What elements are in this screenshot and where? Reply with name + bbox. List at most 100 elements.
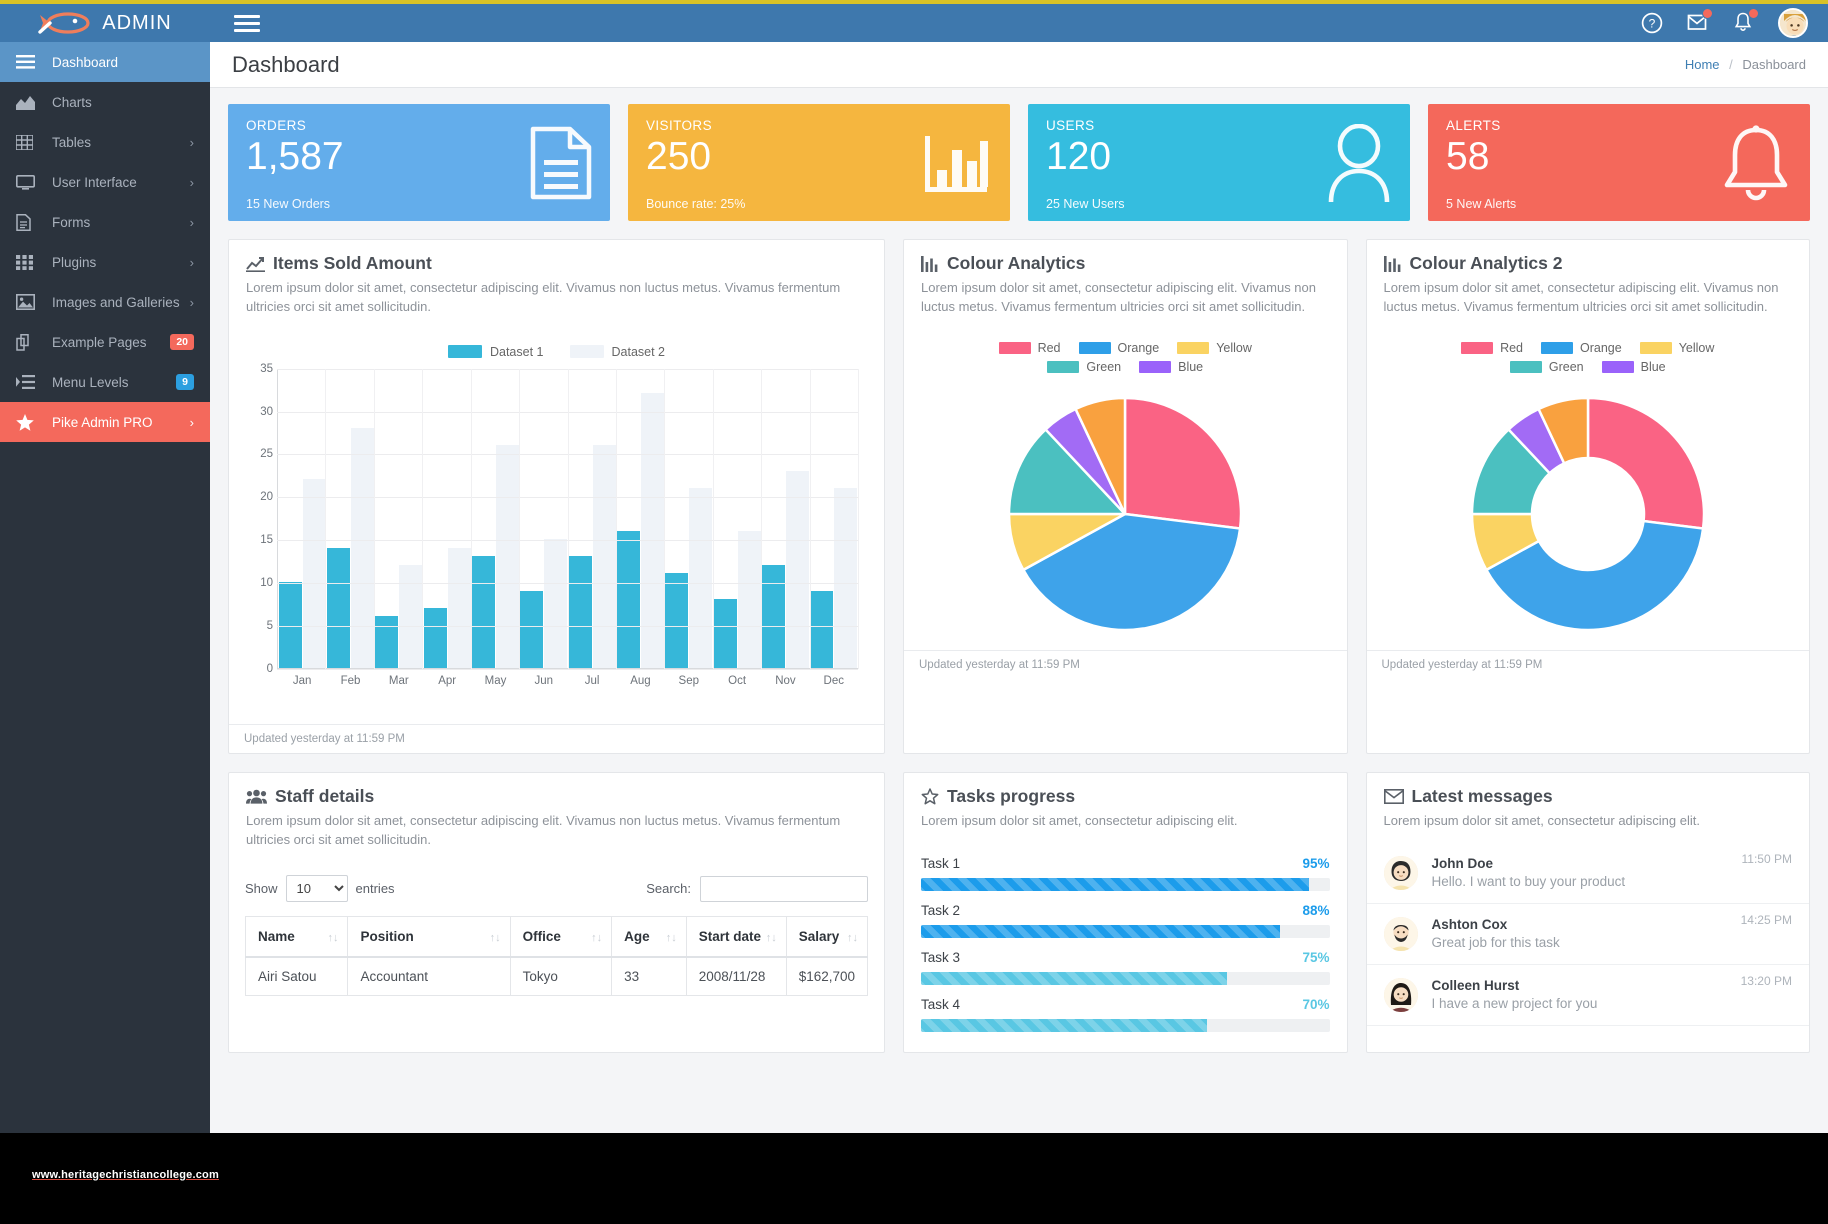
legend-swatch bbox=[998, 341, 1031, 354]
bar-group[interactable] bbox=[810, 369, 858, 668]
bar-dataset-2[interactable] bbox=[592, 444, 616, 668]
user-avatar[interactable] bbox=[1778, 8, 1808, 38]
page-size-select[interactable]: 102550100 bbox=[285, 875, 348, 903]
bar-group[interactable] bbox=[713, 369, 761, 668]
search-input[interactable] bbox=[700, 875, 868, 902]
message-sender: Colleen Hurst bbox=[1431, 977, 1520, 993]
bar-dataset-1[interactable] bbox=[665, 573, 689, 668]
message-item[interactable]: John Doe Hello. I want to buy your produc… bbox=[1366, 843, 1809, 904]
stat-card-orders[interactable]: ORDERS 1,587 15 New Orders bbox=[228, 104, 610, 221]
bar-group[interactable] bbox=[375, 369, 423, 668]
bar-group[interactable] bbox=[326, 369, 374, 668]
legend-item-yellow[interactable]: Yellow bbox=[1639, 341, 1714, 355]
column-header-position[interactable]: Position ↑↓ bbox=[347, 916, 511, 959]
bar-group[interactable] bbox=[761, 369, 809, 668]
hamburger-icon[interactable] bbox=[234, 11, 260, 36]
legend-swatch bbox=[1139, 360, 1172, 373]
gridline bbox=[761, 368, 763, 669]
bar-dataset-1[interactable] bbox=[713, 599, 737, 668]
bar-dataset-2[interactable] bbox=[834, 487, 858, 668]
legend-item-orange[interactable]: Orange bbox=[1078, 341, 1159, 355]
messages-list: John Doe Hello. I want to buy your produc… bbox=[1366, 843, 1809, 1026]
column-header-age[interactable]: Age ↑↓ bbox=[611, 916, 687, 959]
legend-label: Green bbox=[1086, 359, 1122, 374]
column-header-start-date[interactable]: Start date ↑↓ bbox=[685, 916, 787, 959]
pie-slice-red[interactable] bbox=[1586, 396, 1705, 530]
sidebar-item-charts[interactable]: Charts bbox=[0, 82, 210, 122]
legend-item-dataset2[interactable]: Dataset 2 bbox=[569, 345, 665, 359]
sidebar-item-images-and-galleries[interactable]: Images and Galleries › bbox=[0, 282, 210, 322]
legend-item-yellow[interactable]: Yellow bbox=[1177, 341, 1252, 355]
stat-card-alerts[interactable]: ALERTS 58 5 New Alerts bbox=[1428, 104, 1810, 221]
bar-group[interactable] bbox=[616, 369, 664, 668]
column-header-name[interactable]: Name ↑↓ bbox=[244, 916, 349, 959]
legend-item-red[interactable]: Red bbox=[998, 341, 1061, 355]
bar-dataset-1[interactable] bbox=[810, 590, 834, 668]
bell-icon[interactable] bbox=[1732, 8, 1759, 35]
bar-dataset-2[interactable] bbox=[544, 539, 568, 668]
message-item[interactable]: Ashton Cox Great job for this task 14:25 P… bbox=[1366, 904, 1809, 965]
bar-group[interactable] bbox=[520, 369, 568, 668]
bar-dataset-1[interactable] bbox=[520, 590, 544, 668]
bar-dataset-1[interactable] bbox=[375, 616, 399, 668]
bar-dataset-1[interactable] bbox=[616, 530, 640, 668]
bar-dataset-1[interactable] bbox=[326, 547, 350, 668]
sidebar-item-example-pages[interactable]: Example Pages 20 bbox=[0, 322, 210, 362]
bar-dataset-2[interactable] bbox=[785, 470, 809, 668]
sidebar-item-forms[interactable]: Forms › bbox=[0, 202, 210, 242]
bar-group[interactable] bbox=[278, 369, 326, 668]
footer-url[interactable]: www.heritagechristiancollege.com bbox=[32, 1169, 219, 1181]
stat-card-users[interactable]: USERS 120 25 New Users bbox=[1028, 104, 1410, 221]
stat-card-visitors[interactable]: VISITORS 250 Bounce rate: 25% bbox=[628, 104, 1010, 221]
bar-dataset-1[interactable] bbox=[278, 581, 302, 668]
gridline bbox=[277, 668, 858, 670]
legend-item-dataset1[interactable]: Dataset 1 bbox=[447, 344, 544, 359]
bar-dataset-2[interactable] bbox=[399, 564, 423, 668]
legend-item-green[interactable]: Green bbox=[1047, 360, 1121, 374]
envelope-icon[interactable] bbox=[1686, 8, 1713, 35]
file-lines-icon bbox=[530, 126, 592, 200]
column-header-salary[interactable]: Salary ↑↓ bbox=[785, 916, 869, 959]
card-description: Lorem ipsum dolor sit amet, consectetur … bbox=[921, 812, 1238, 828]
brand[interactable]: ADMIN bbox=[0, 0, 210, 42]
message-item[interactable]: Colleen Hurst I have a new project for yo… bbox=[1366, 965, 1809, 1026]
sidebar-item-user-interface[interactable]: User Interface › bbox=[0, 162, 210, 202]
help-circle-icon[interactable]: ? bbox=[1640, 11, 1664, 35]
y-axis-tick: 10 bbox=[260, 576, 273, 589]
sidebar-item-menu-levels[interactable]: Menu Levels 9 bbox=[0, 362, 210, 402]
bar-group[interactable] bbox=[423, 369, 471, 668]
charts-row: Items Sold Amount Lorem ipsum dolor sit … bbox=[228, 239, 1810, 754]
legend-item-red[interactable]: Red bbox=[1461, 341, 1523, 355]
column-label: Age bbox=[624, 929, 650, 945]
x-axis-tick: May bbox=[484, 674, 507, 687]
bar-group[interactable] bbox=[471, 369, 519, 668]
bar-dataset-1[interactable] bbox=[761, 564, 785, 668]
legend-item-orange[interactable]: Orange bbox=[1541, 341, 1622, 355]
sidebar-item-plugins[interactable]: Plugins › bbox=[0, 242, 210, 282]
legend-item-blue[interactable]: Blue bbox=[1601, 360, 1666, 374]
breadcrumb-home[interactable]: Home bbox=[1685, 57, 1720, 72]
legend-item-blue[interactable]: Blue bbox=[1139, 360, 1203, 374]
legend-item-green[interactable]: Green bbox=[1509, 360, 1584, 374]
bar-dataset-2[interactable] bbox=[302, 479, 326, 668]
sidebar-item-pike-admin-pro[interactable]: Pike Admin PRO › bbox=[0, 402, 210, 442]
bar-group[interactable] bbox=[665, 369, 713, 668]
legend-label: Dataset 1 bbox=[489, 344, 544, 359]
table-row[interactable]: Airi Satou Accountant Tokyo 33 2008/11/28 $16… bbox=[244, 956, 869, 997]
bar-group[interactable] bbox=[568, 369, 616, 668]
bar-dataset-1[interactable] bbox=[423, 607, 447, 668]
svg-text:?: ? bbox=[1649, 17, 1656, 31]
sidebar-item-dashboard[interactable]: Dashboard bbox=[0, 42, 210, 82]
pie-slice-red[interactable] bbox=[1124, 396, 1243, 530]
column-label: Salary bbox=[798, 929, 840, 945]
bar-dataset-2[interactable] bbox=[737, 530, 761, 668]
bar-dataset-2[interactable] bbox=[689, 487, 713, 668]
bar-dataset-1[interactable] bbox=[568, 556, 592, 668]
bar-dataset-2[interactable] bbox=[447, 547, 471, 668]
message-time: 11:50 PM bbox=[1741, 851, 1792, 866]
sidebar-item-tables[interactable]: Tables › bbox=[0, 122, 210, 162]
bar-dataset-2[interactable] bbox=[495, 444, 519, 668]
column-header-office[interactable]: Office ↑↓ bbox=[509, 916, 613, 959]
bar-dataset-1[interactable] bbox=[471, 556, 495, 668]
bar-dataset-2[interactable] bbox=[350, 427, 374, 668]
